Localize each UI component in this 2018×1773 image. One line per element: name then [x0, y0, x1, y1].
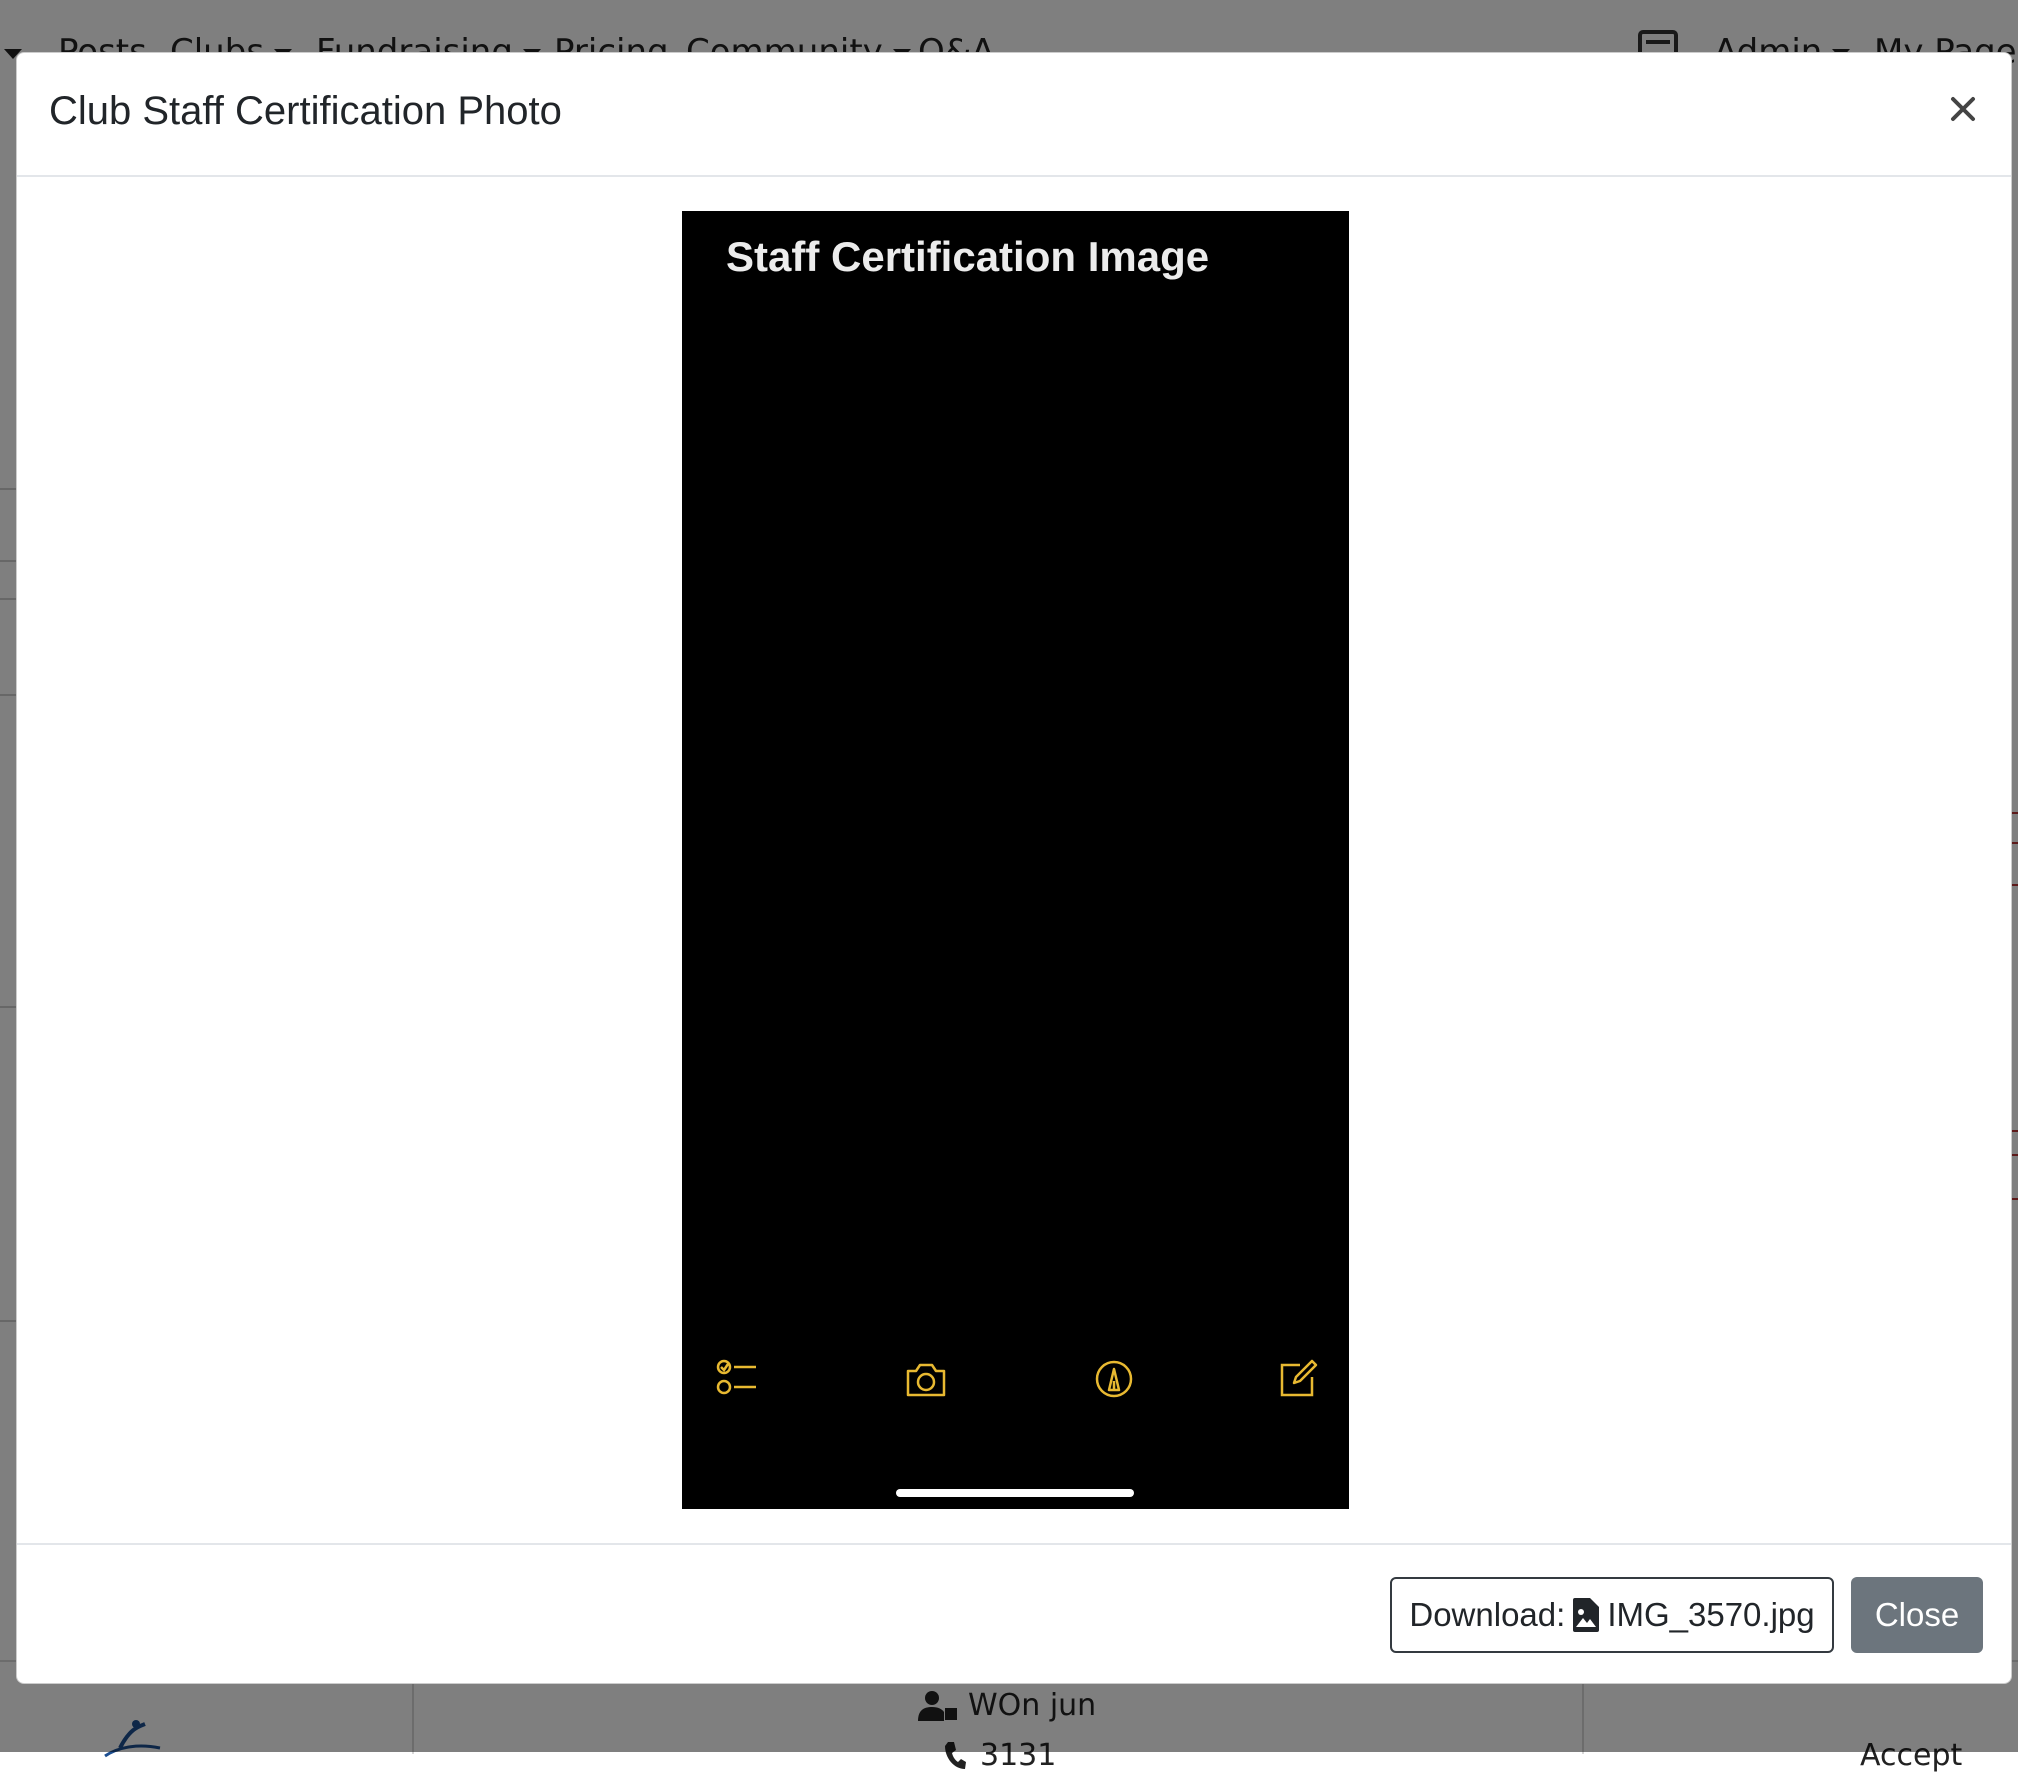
checklist-icon — [716, 1359, 756, 1395]
modal-body: Staff Certification Image — [17, 177, 2011, 1595]
compose-icon — [1280, 1359, 1318, 1397]
download-button[interactable]: Download: IMG_3570.jpg — [1390, 1577, 1834, 1653]
modal-footer: Download: IMG_3570.jpg Close — [17, 1543, 2011, 1683]
file-image-icon — [1573, 1598, 1600, 1632]
download-prefix: Download: — [1409, 1596, 1566, 1633]
close-icon[interactable] — [1943, 89, 1983, 129]
camera-icon — [906, 1363, 946, 1397]
image-title-text: Staff Certification Image — [726, 233, 1210, 280]
notes-toolbar — [682, 1357, 1349, 1417]
home-indicator — [896, 1489, 1134, 1497]
modal-header: Club Staff Certification Photo — [17, 53, 2011, 177]
certification-image: Staff Certification Image — [682, 211, 1349, 1509]
modal-title: Club Staff Certification Photo — [49, 89, 562, 133]
close-x-glyph — [1951, 97, 1975, 121]
download-file-name: IMG_3570.jpg — [1607, 1596, 1815, 1633]
markup-icon — [1095, 1360, 1133, 1398]
close-button[interactable]: Close — [1851, 1577, 1983, 1653]
certification-photo-modal: Club Staff Certification Photo Staff Cer… — [16, 52, 2012, 1684]
